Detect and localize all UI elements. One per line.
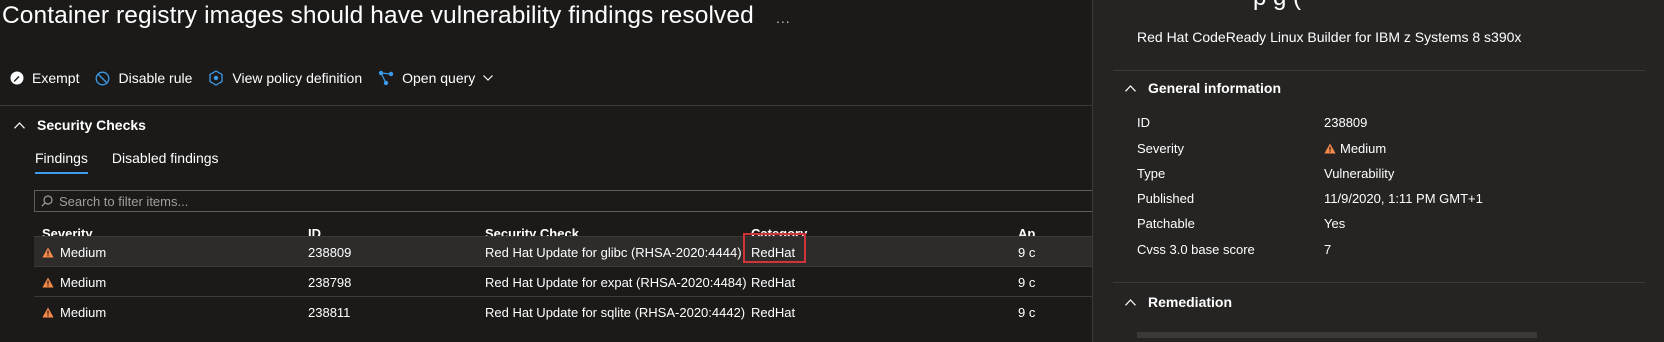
- remediation-text-clipped: [1137, 332, 1537, 338]
- detail-label: Cvss 3.0 base score: [1137, 242, 1255, 257]
- chevron-down-icon: [483, 75, 494, 81]
- warning-icon: [42, 277, 54, 288]
- warning-icon: [42, 247, 54, 258]
- disable-rule-button[interactable]: Disable rule: [95, 70, 192, 86]
- category-cell: RedHat: [751, 275, 796, 290]
- tab-disabled-findings[interactable]: Disabled findings: [112, 150, 219, 174]
- view-policy-button[interactable]: View policy definition: [208, 70, 362, 86]
- detail-value: Yes: [1324, 216, 1346, 231]
- search-placeholder: Search to filter items...: [59, 193, 189, 209]
- applies-cell: 9 c: [1018, 275, 1036, 290]
- severity-cell: Medium: [42, 275, 106, 290]
- detail-label: Severity: [1137, 141, 1184, 156]
- table-row[interactable]: Medium 238798 Red Hat Update for expat (…: [34, 266, 1092, 297]
- detail-label: ID: [1137, 115, 1150, 130]
- category-highlight-box: [743, 233, 806, 263]
- security-check-cell: Red Hat Update for glibc (RHSA-2020:4444…: [485, 245, 742, 260]
- view-policy-label: View policy definition: [232, 70, 363, 86]
- disable-rule-label: Disable rule: [118, 70, 193, 86]
- security-check-cell: Red Hat Update for expat (RHSA-2020:4484…: [485, 275, 747, 290]
- search-icon: [41, 195, 53, 207]
- security-checks-title: Security Checks: [37, 117, 146, 133]
- panel-divider: [1113, 282, 1645, 283]
- severity-cell: Medium: [42, 305, 106, 320]
- panel-title-clipped: p g (: [1253, 0, 1301, 12]
- exempt-button[interactable]: Exempt: [10, 70, 79, 86]
- findings-tabs: Findings Disabled findings: [35, 150, 243, 174]
- more-actions-button[interactable]: ...: [776, 10, 791, 26]
- chevron-up-icon: [1125, 298, 1136, 306]
- table-row[interactable]: Medium 238809 Red Hat Update for glibc (…: [34, 233, 1092, 267]
- panel-divider: [1113, 70, 1645, 71]
- id-cell: 238798: [308, 275, 352, 290]
- toolbar-divider: [0, 105, 1092, 106]
- security-check-cell: Red Hat Update for sqlite (RHSA-2020:444…: [485, 305, 746, 320]
- detail-label: Patchable: [1137, 216, 1195, 231]
- severity-text: Medium: [60, 305, 107, 320]
- detail-value: 238809: [1324, 115, 1368, 130]
- security-checks-header[interactable]: Security Checks: [14, 117, 146, 133]
- id-cell: 238811: [308, 305, 351, 320]
- category-cell: RedHat: [751, 305, 796, 320]
- severity-cell: Medium: [42, 245, 106, 260]
- disable-icon: [96, 71, 110, 85]
- general-information-title: General information: [1148, 80, 1282, 96]
- remediation-header[interactable]: Remediation: [1125, 294, 1232, 310]
- detail-label: Published: [1137, 191, 1195, 206]
- open-query-button[interactable]: Open query: [378, 70, 501, 86]
- remediation-title: Remediation: [1148, 294, 1233, 310]
- details-panel: p g ( Red Hat CodeReady Linux Builder fo…: [1092, 0, 1664, 342]
- warning-icon: [42, 307, 54, 318]
- main-pane: Container registry images should have vu…: [0, 0, 1092, 342]
- chevron-up-icon: [14, 121, 25, 129]
- severity-text: Medium: [60, 275, 107, 290]
- filter-search-input[interactable]: Search to filter items...: [34, 190, 1092, 212]
- applies-cell: 9 c: [1018, 305, 1036, 320]
- exempt-label: Exempt: [32, 70, 80, 86]
- command-bar: Exempt Disable rule View policy definiti…: [0, 66, 507, 90]
- detail-value-wrap: Medium: [1324, 141, 1386, 156]
- applies-cell: 9 c: [1018, 245, 1036, 260]
- policy-icon: [209, 70, 224, 86]
- detail-label: Type: [1137, 166, 1166, 181]
- detail-value: 7: [1324, 242, 1332, 257]
- query-icon: [378, 70, 394, 86]
- chevron-up-icon: [1125, 84, 1136, 92]
- open-query-label: Open query: [402, 70, 476, 86]
- panel-subtitle: Red Hat CodeReady Linux Builder for IBM …: [1137, 29, 1522, 45]
- detail-value: Vulnerability: [1324, 166, 1395, 181]
- table-row[interactable]: Medium 238811 Red Hat Update for sqlite …: [34, 296, 1092, 327]
- general-information-header[interactable]: General information: [1125, 80, 1281, 96]
- severity-text: Medium: [60, 245, 107, 260]
- detail-value: Medium: [1340, 141, 1387, 156]
- exempt-icon: [10, 71, 24, 85]
- warning-icon: [1324, 143, 1336, 154]
- page-title: Container registry images should have vu…: [2, 2, 754, 29]
- id-cell: 238809: [308, 245, 352, 260]
- detail-value: 11/9/2020, 1:11 PM GMT+1: [1324, 191, 1483, 206]
- tab-findings[interactable]: Findings: [35, 150, 88, 174]
